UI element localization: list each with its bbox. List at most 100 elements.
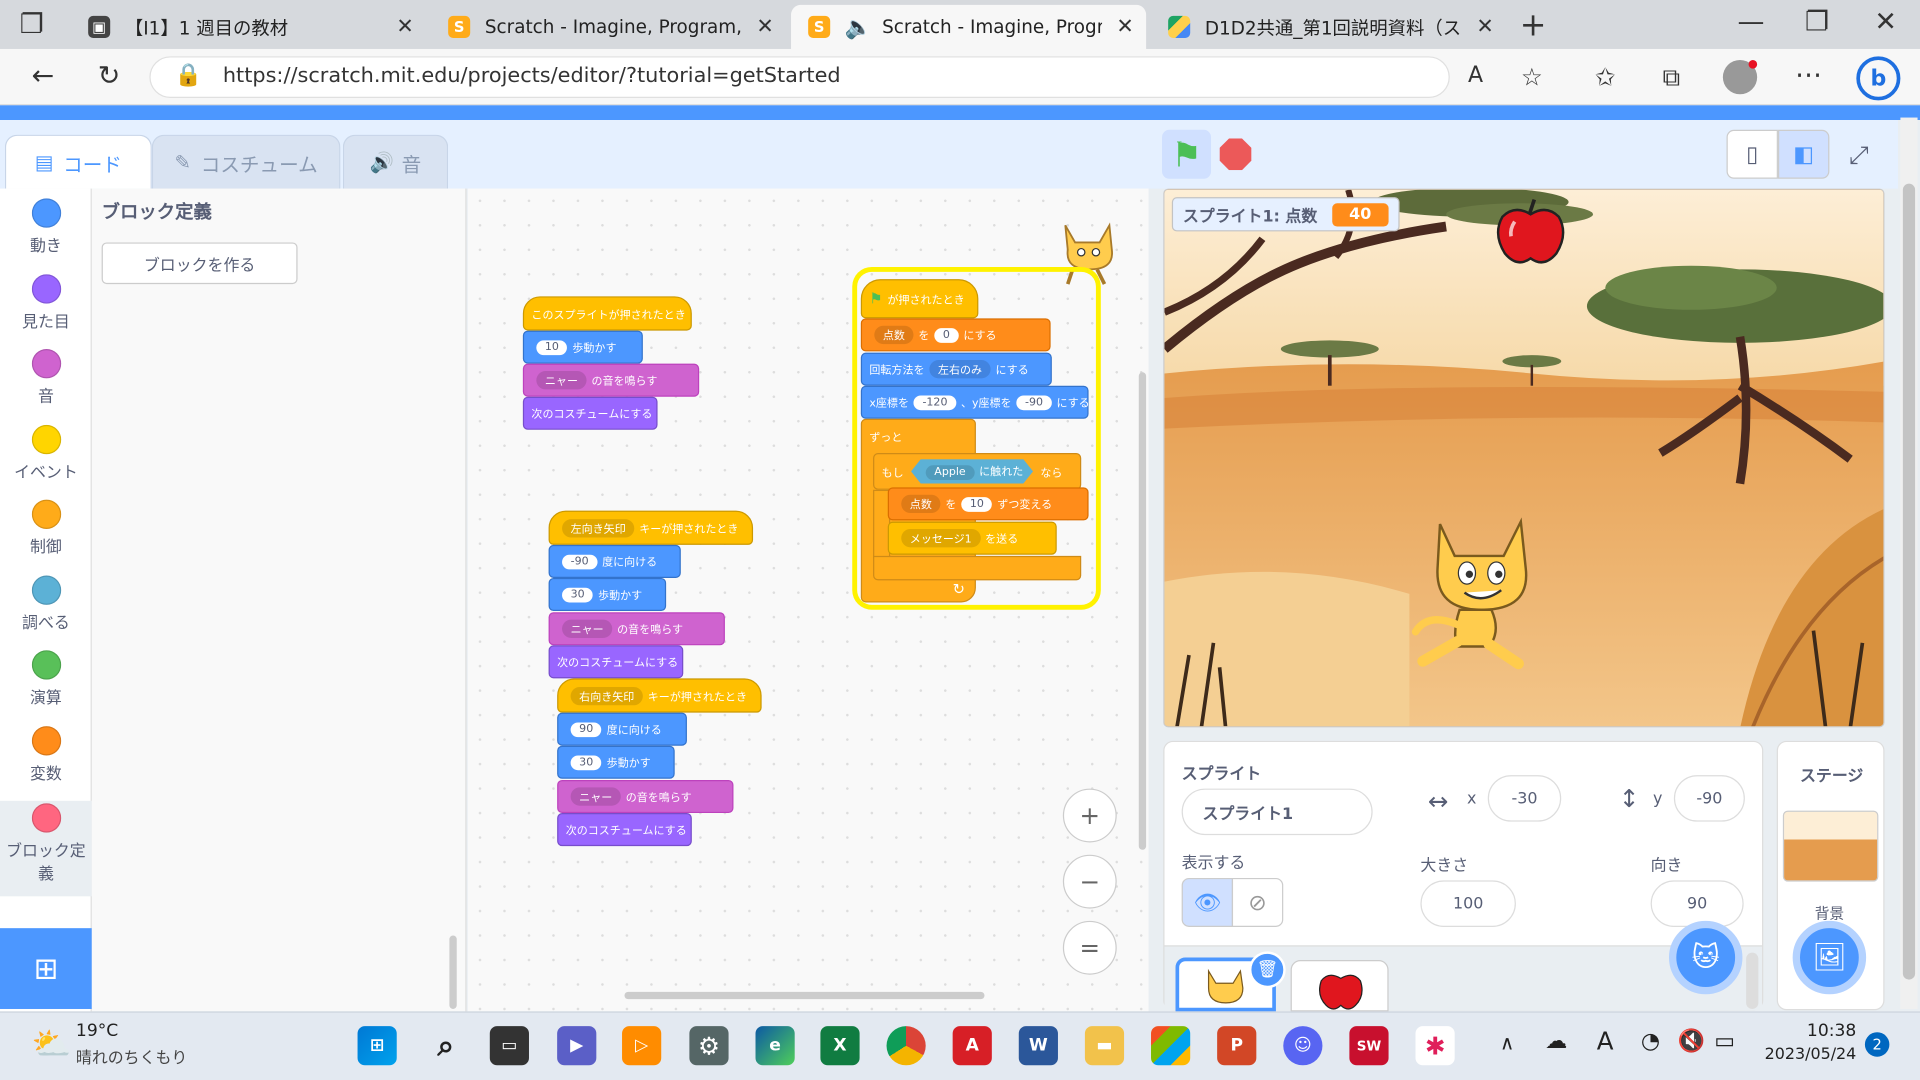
block-play-sound[interactable]: ニャー の音を鳴らす (522, 363, 700, 397)
back-icon[interactable]: ← (24, 61, 61, 92)
block-goto-xy[interactable]: x座標を -120 、y座標を -90 にする (860, 385, 1090, 419)
workspace-h-scrollbar[interactable] (624, 991, 985, 1000)
direction-input[interactable]: 90 (570, 721, 602, 737)
file-explorer-icon[interactable]: ▬ (1084, 1026, 1125, 1066)
direction-input[interactable]: 90 (1650, 880, 1744, 927)
category-6[interactable]: 演算 (0, 650, 92, 708)
message-dropdown[interactable]: メッセージ1 (901, 528, 981, 548)
powerpoint-icon[interactable]: P (1217, 1026, 1257, 1066)
category-8[interactable]: ブロック定義 (0, 800, 92, 897)
task-view-icon[interactable]: ▭ (489, 1026, 529, 1066)
variable-dropdown[interactable]: 点数 (901, 494, 941, 514)
favorites-icon[interactable]: ✩ (1587, 62, 1624, 91)
clipchamp-icon[interactable]: ▷ (622, 1026, 662, 1066)
category-5[interactable]: 調べる (0, 574, 92, 632)
excel-icon[interactable]: X (820, 1026, 860, 1066)
more-menu-icon[interactable]: ⋯ (1790, 60, 1827, 91)
solidworks-icon[interactable]: SW (1349, 1026, 1389, 1066)
weather-desc[interactable]: 晴れのちくもり (76, 1044, 187, 1067)
block-next-costume[interactable]: 次のコスチュームにする (522, 396, 658, 430)
tab-3-active[interactable]: S 🔈 Scratch - Imagine, Program, Share ✕ (791, 4, 1147, 49)
clock-time[interactable]: 10:38 (1763, 1021, 1856, 1041)
size-input[interactable]: 100 (1420, 880, 1516, 927)
minimize-icon[interactable]: — (1734, 7, 1768, 38)
tab-costumes[interactable]: ✎ コスチューム (151, 134, 341, 189)
store-icon[interactable] (1151, 1026, 1191, 1066)
category-0[interactable]: 動き (0, 198, 92, 256)
key-dropdown[interactable]: 左向き矢印 (562, 518, 635, 537)
word-icon[interactable]: W (1018, 1026, 1058, 1066)
block-move-steps[interactable]: 30 歩動かす (548, 577, 667, 612)
page-scrollbar-thumb[interactable] (1902, 183, 1916, 980)
slack-icon[interactable]: ✱ (1415, 1026, 1455, 1066)
move-steps-input[interactable]: 30 (562, 587, 594, 602)
url-text[interactable]: https://scratch.mit.edu/projects/editor/… (223, 64, 841, 88)
category-4[interactable]: 制御 (0, 499, 92, 557)
wifi-icon[interactable]: ◔ (1641, 1029, 1660, 1055)
block-if[interactable]: もし Apple に触れた なら (873, 453, 1082, 490)
touching-condition[interactable]: Apple に触れた (911, 459, 1034, 484)
green-flag-button[interactable]: ⚑ (1162, 129, 1212, 179)
set-value-input[interactable]: 0 (934, 327, 959, 343)
add-sprite-button[interactable]: 🐱 (1668, 920, 1743, 995)
hide-eye-button[interactable]: ⊘ (1231, 877, 1284, 927)
tab-sounds[interactable]: 🔊 音 (342, 134, 449, 189)
refresh-icon[interactable]: ↻ (91, 61, 128, 92)
ime-icon[interactable]: A (1597, 1026, 1614, 1055)
workspace-v-scrollbar[interactable] (1138, 372, 1147, 850)
block-point-direction[interactable]: -90 度に向ける (548, 544, 681, 578)
collections-icon[interactable]: ⧉ (1653, 62, 1690, 91)
category-1[interactable]: 見た目 (0, 273, 92, 331)
block-set-variable[interactable]: 点数を 0 にする (860, 318, 1051, 352)
acrobat-icon[interactable]: A (952, 1026, 992, 1066)
tab-close-icon[interactable]: ✕ (396, 15, 413, 39)
make-block-button[interactable]: ブロックを作る (101, 242, 298, 285)
cat-sprite[interactable] (1403, 514, 1550, 673)
read-aloud-icon[interactable]: A (1457, 62, 1494, 88)
rotation-dropdown[interactable]: 左右のみ (929, 360, 991, 379)
variable-dropdown[interactable]: 点数 (874, 325, 914, 345)
block-next-costume[interactable]: 次のコスチュームにする (557, 813, 692, 847)
add-backdrop-button[interactable]: 🖼 (1792, 920, 1867, 995)
small-stage-button[interactable]: ▯ (1726, 129, 1778, 179)
move-steps-input[interactable]: 30 (570, 754, 602, 770)
sound-dropdown[interactable]: ニャー (562, 619, 613, 638)
clock-date[interactable]: 2023/05/24 (1751, 1046, 1857, 1064)
y-input[interactable]: -90 (1673, 775, 1745, 822)
block-move-steps[interactable]: 10 歩動かす (522, 330, 643, 364)
key-dropdown[interactable]: 右向き矢印 (570, 686, 643, 705)
tab-4[interactable]: D1D2共通_第1回説明資料（スケジュール） ✕ (1151, 5, 1506, 49)
tray-chevron-icon[interactable]: ∧ (1500, 1031, 1514, 1054)
block-change-variable[interactable]: 点数を 10 ずつ変える (887, 487, 1089, 521)
weather-temp[interactable]: 19°C (76, 1021, 118, 1041)
block-broadcast[interactable]: メッセージ1 を送る (887, 521, 1057, 555)
sprite-name-input[interactable]: スプライト1 (1181, 788, 1373, 836)
tab-code[interactable]: ▤ コード (4, 134, 152, 189)
tab-actions-icon[interactable]: ❐ (15, 10, 49, 41)
fullscreen-icon[interactable]: ⤢ (1837, 132, 1881, 176)
category-3[interactable]: イベント (0, 424, 92, 482)
notification-badge[interactable]: 2 (1864, 1032, 1890, 1057)
zoom-out-button[interactable]: − (1062, 854, 1117, 909)
sprite-list-scrollbar[interactable] (1746, 952, 1759, 1009)
tab-1[interactable]: ▣ 【I1】1 週目の教材 ✕ (71, 5, 426, 49)
large-stage-button[interactable]: ◧ (1777, 129, 1830, 179)
teams-icon[interactable]: ▶ (557, 1026, 597, 1066)
block-point-direction[interactable]: 90 度に向ける (557, 712, 687, 746)
category-7[interactable]: 変数 (0, 725, 92, 783)
edge-icon[interactable]: e (755, 1026, 795, 1066)
y-input[interactable]: -90 (1016, 394, 1052, 410)
add-extension-button[interactable]: ⊞ (0, 928, 92, 1009)
delete-sprite-icon[interactable]: 🗑 (1248, 951, 1286, 989)
touching-dropdown[interactable]: Apple (925, 465, 975, 481)
show-eye-button[interactable]: 👁 (1181, 877, 1234, 927)
stage[interactable]: スプライト1: 点数 40 (1163, 188, 1885, 728)
direction-input[interactable]: -90 (562, 554, 598, 569)
change-value-input[interactable]: 10 (961, 496, 993, 512)
block-when-key-pressed[interactable]: 右向き矢印 キーが押されたとき (557, 678, 762, 713)
block-when-flag-clicked[interactable]: ⚑ が押されたとき (860, 279, 979, 319)
tab-close-icon[interactable]: ✕ (1116, 15, 1133, 39)
palette-scrollbar[interactable] (449, 935, 457, 1009)
block-play-sound[interactable]: ニャー の音を鳴らす (548, 612, 725, 646)
zoom-reset-button[interactable]: = (1062, 920, 1117, 975)
